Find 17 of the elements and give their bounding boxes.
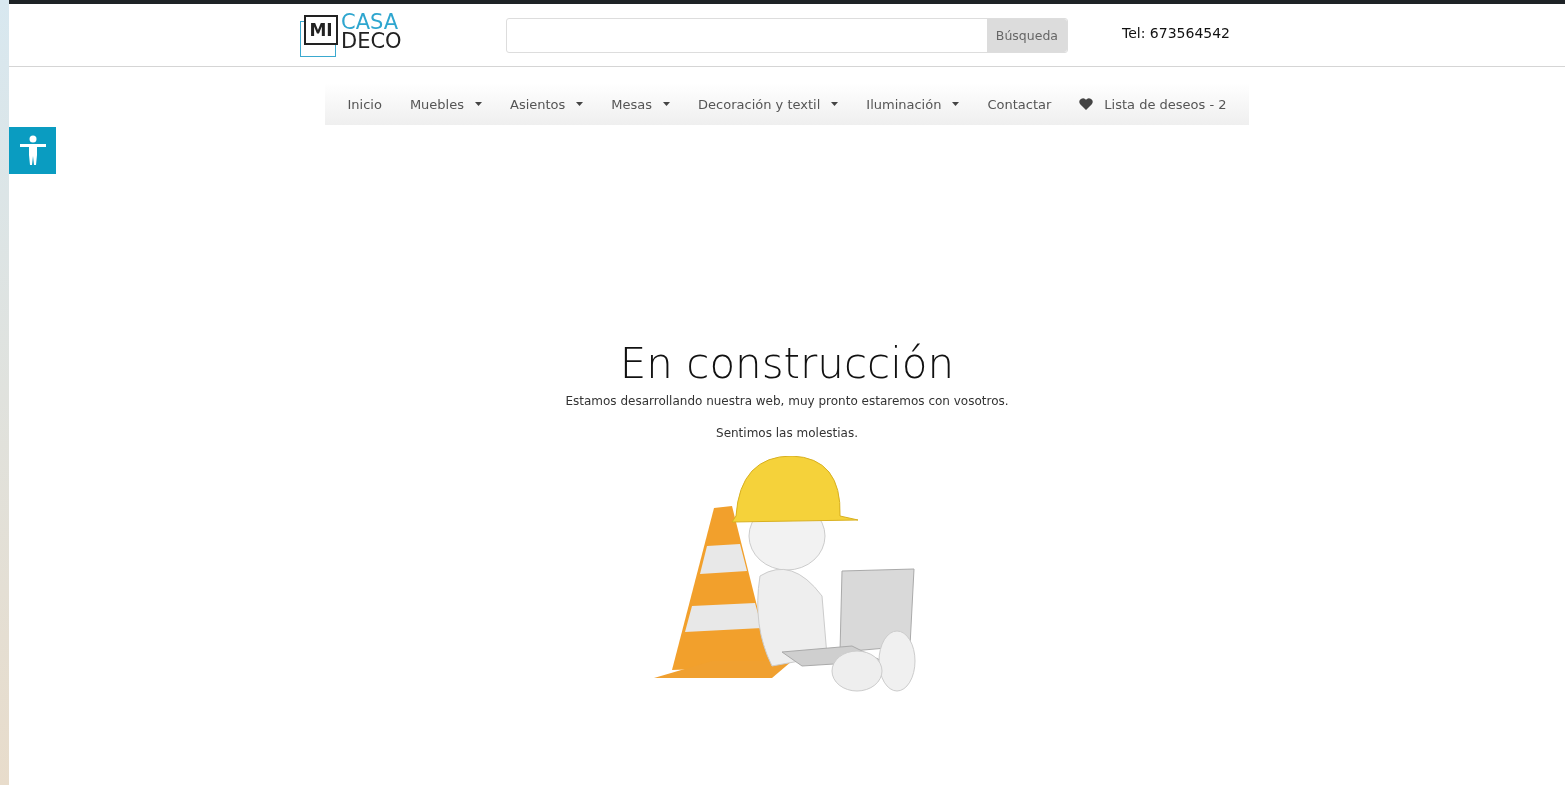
paragraph: Sentimos las molestias.: [716, 426, 858, 440]
nav-link[interactable]: Decoración y textil: [685, 96, 852, 112]
search-button[interactable]: Búsqueda: [986, 18, 1067, 52]
nav-link[interactable]: Mesas: [598, 96, 684, 112]
nav-link[interactable]: Muebles: [396, 96, 495, 112]
paragraph: Estamos desarrollando nuestra web, muy pronto estaremos con vosotros.: [565, 394, 1009, 408]
nav-link[interactable]: Iluminación: [853, 96, 973, 112]
phone-number: Tel: 673564542: [1122, 25, 1230, 41]
accessibility-icon: [18, 134, 47, 167]
heart-icon: [1079, 98, 1094, 110]
nav-link[interactable]: Contactar: [974, 96, 1065, 112]
nav-link[interactable]: Lista de deseos - 2: [1066, 96, 1240, 112]
accessibility-button[interactable]: [9, 127, 56, 174]
nav-link[interactable]: Inicio: [334, 96, 395, 112]
page-heading: En construcción: [619, 339, 955, 388]
nav-link[interactable]: Asientos: [497, 96, 597, 112]
search-field[interactable]: Búsqueda: [506, 17, 1068, 53]
